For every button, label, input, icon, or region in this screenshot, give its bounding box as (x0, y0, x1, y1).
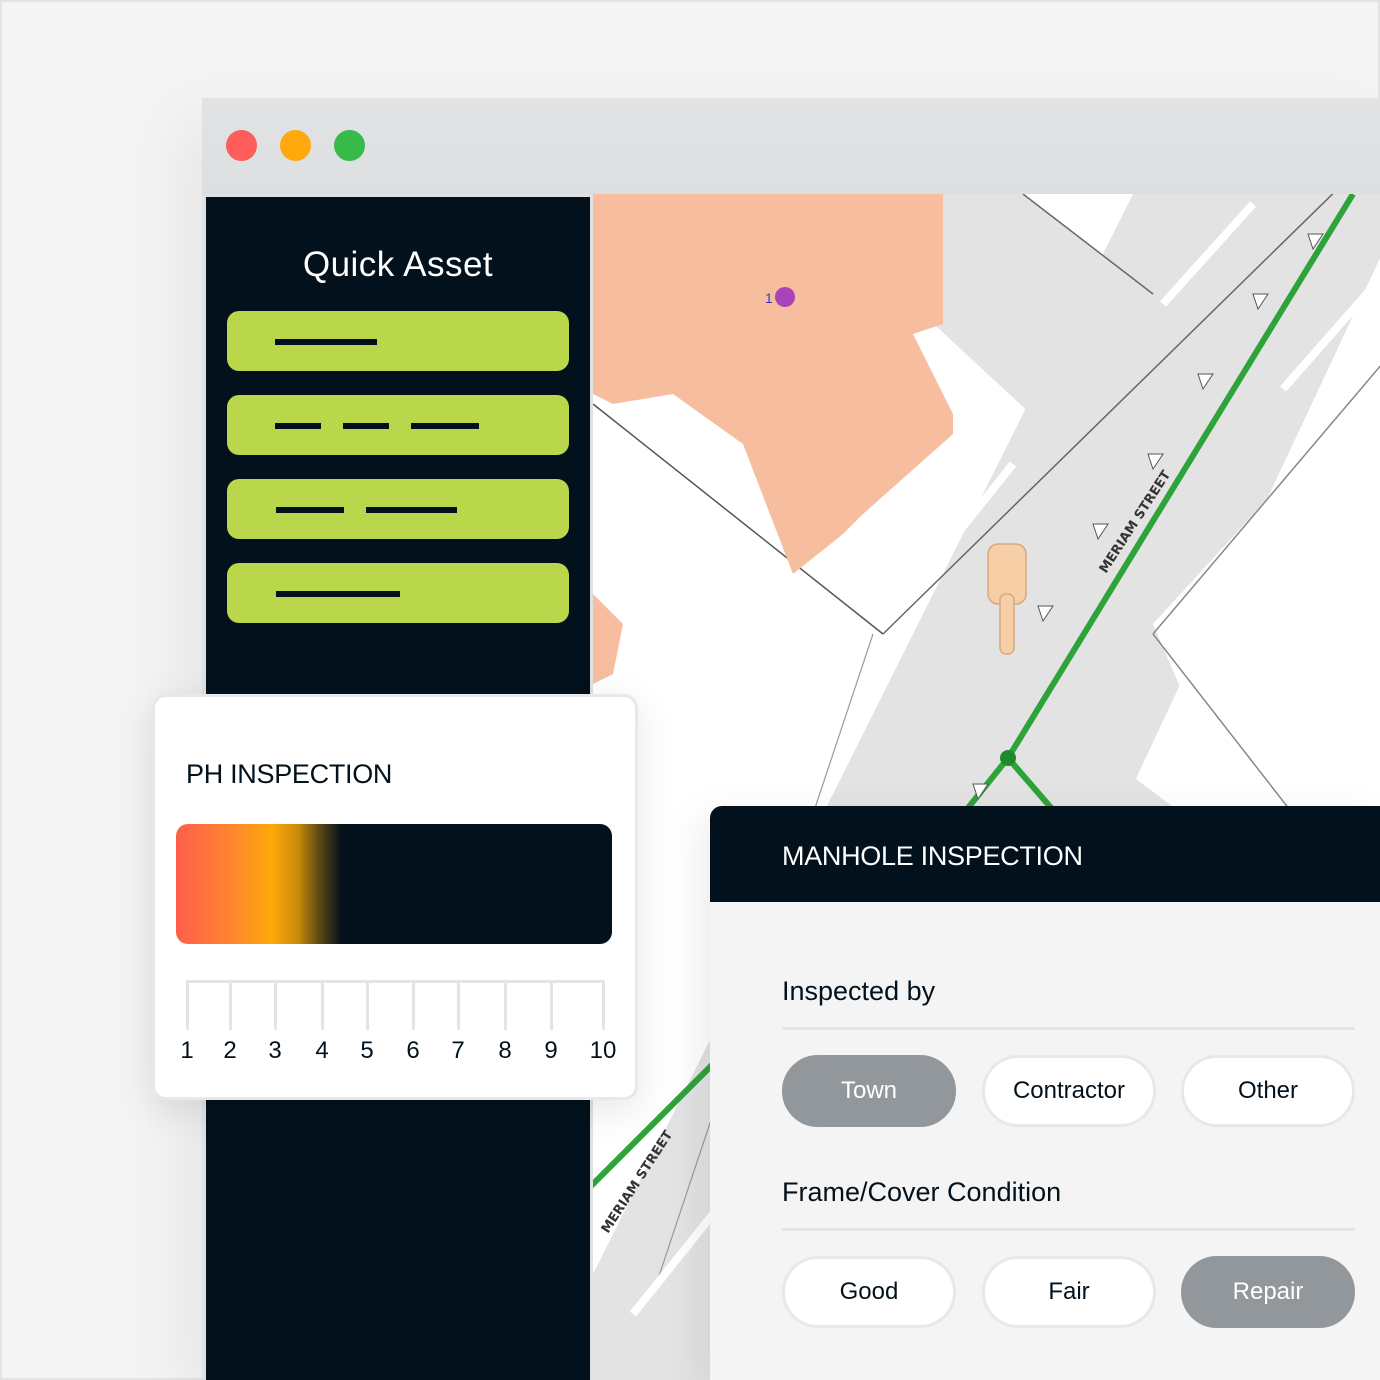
ph-scale-label: 2 (223, 1037, 237, 1064)
section-divider (782, 1027, 1355, 1030)
placeholder-text-line (276, 507, 344, 513)
quick-asset-item-2[interactable] (227, 395, 569, 455)
ph-scale-label: 10 (589, 1037, 617, 1064)
window-titlebar (202, 98, 1380, 194)
condition-fair-option[interactable]: Fair (982, 1256, 1156, 1328)
placeholder-text-line (411, 423, 479, 429)
ph-level-gradient-bar[interactable] (176, 824, 612, 944)
ph-scale-label: 1 (180, 1037, 194, 1064)
ph-scale-label: 5 (360, 1037, 374, 1064)
frame-cover-condition-label: Frame/Cover Condition (782, 1177, 1062, 1207)
ph-scale-tick (412, 980, 415, 1030)
inspected-by-town-option[interactable]: Town (782, 1055, 956, 1127)
sidebar-title: Quick Asset (302, 245, 494, 284)
placeholder-text-line (275, 423, 321, 429)
condition-repair-option[interactable]: Repair (1181, 1256, 1355, 1328)
ph-inspection-card: PH INSPECTION 1 2 3 4 5 6 7 8 9 10 (152, 694, 638, 1100)
ph-scale-label: 3 (268, 1037, 282, 1064)
ph-scale-tick (504, 980, 507, 1030)
ph-scale-tick (550, 980, 553, 1030)
maximize-window-button[interactable] (334, 130, 365, 161)
ph-scale-baseline (186, 980, 604, 983)
ph-scale-label: 4 (315, 1037, 329, 1064)
ph-scale-tick (602, 980, 605, 1030)
ph-scale-label: 7 (451, 1037, 465, 1064)
asset-marker[interactable]: 1 (765, 287, 795, 307)
ph-scale-label: 8 (498, 1037, 512, 1064)
placeholder-text-line (276, 591, 400, 597)
ph-scale-tick (321, 980, 324, 1030)
close-window-button[interactable] (226, 130, 257, 161)
inspected-by-other-option[interactable]: Other (1181, 1055, 1355, 1127)
ph-scale-tick (457, 980, 460, 1030)
manhole-inspection-title: MANHOLE INSPECTION (782, 841, 1083, 871)
ph-scale[interactable] (186, 980, 605, 1030)
ph-scale-label: 9 (544, 1037, 558, 1064)
inspected-by-label: Inspected by (782, 976, 936, 1006)
inspected-by-contractor-option[interactable]: Contractor (982, 1055, 1156, 1127)
section-divider (782, 1228, 1355, 1231)
manhole-inspection-card: MANHOLE INSPECTION Inspected by Town Con… (710, 806, 1380, 1380)
manhole-inspection-header: MANHOLE INSPECTION (710, 806, 1380, 902)
manhole-node[interactable] (1000, 750, 1016, 766)
asset-marker-label: 1 (765, 290, 773, 306)
quick-asset-item-3[interactable] (227, 479, 569, 539)
minimize-window-button[interactable] (280, 130, 311, 161)
condition-good-option[interactable]: Good (782, 1256, 956, 1328)
ph-scale-tick (186, 980, 189, 1030)
ph-scale-tick (229, 980, 232, 1030)
placeholder-text-line (343, 423, 389, 429)
ph-scale-tick (366, 980, 369, 1030)
placeholder-text-line (366, 507, 457, 513)
ph-scale-tick (274, 980, 277, 1030)
placeholder-text-line (275, 339, 377, 345)
asset-marker-icon[interactable] (775, 287, 795, 307)
ph-scale-label: 6 (406, 1037, 420, 1064)
quick-asset-item-4[interactable] (227, 563, 569, 623)
quick-asset-item-1[interactable] (227, 311, 569, 371)
ph-inspection-title: PH INSPECTION (186, 759, 393, 789)
